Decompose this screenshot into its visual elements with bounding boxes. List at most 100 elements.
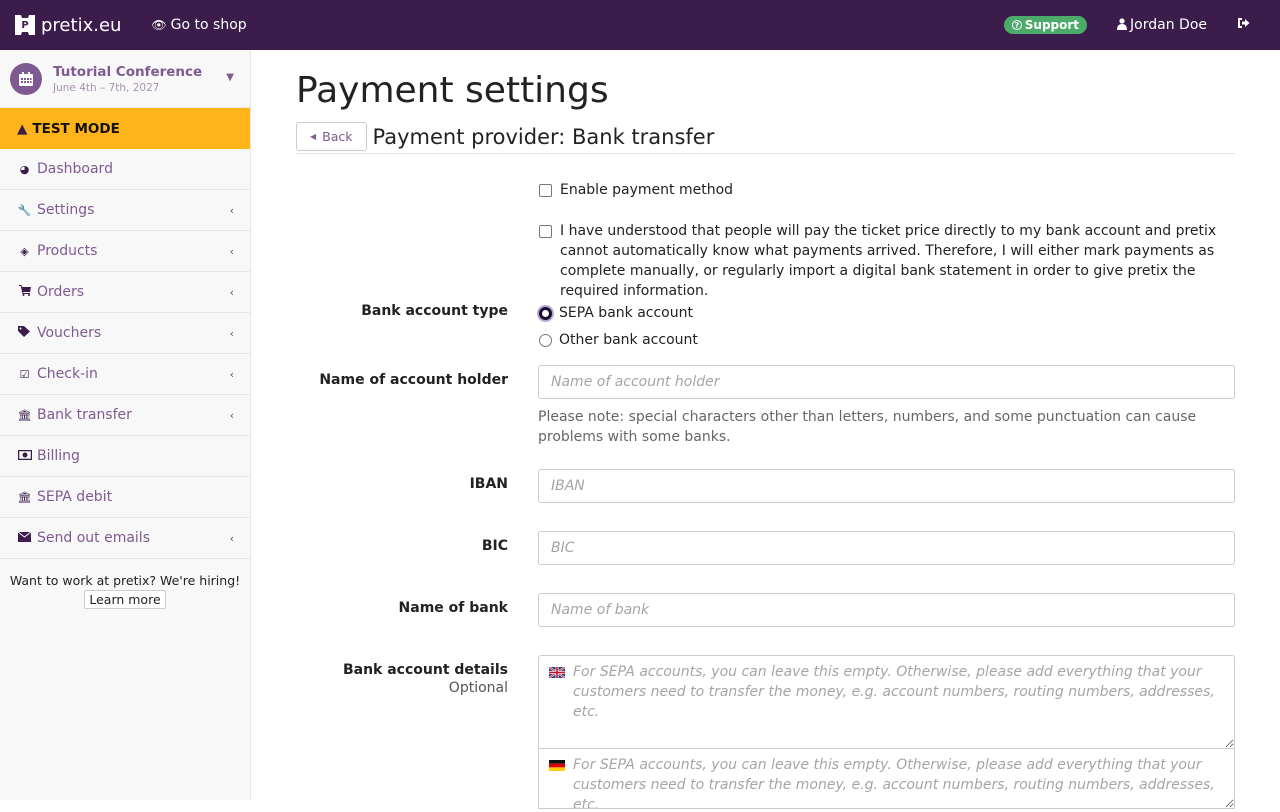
account-holder-help: Please note: special characters other th… [538, 409, 1197, 445]
ticket-icon: ◈ [20, 244, 29, 258]
chevron-left-icon: ‹ [229, 285, 234, 299]
iban-label: IBAN [469, 476, 508, 492]
bank-details-en [538, 655, 1235, 749]
sidebar-item-label: Billing [37, 448, 80, 464]
pretix-logo-icon: P [15, 15, 35, 35]
sidebar-item-bank-transfer[interactable]: 🏛 Bank transfer ‹ [0, 395, 250, 436]
chevron-left-icon: ‹ [229, 244, 234, 258]
bank-icon: 🏛 [17, 408, 32, 422]
eye-icon: 👁 [151, 18, 167, 32]
radio-label: Other bank account [559, 332, 698, 348]
account-holder-input[interactable] [538, 365, 1235, 399]
caret-left-icon: ◀ [310, 132, 317, 141]
section-title: Payment provider: Bank transfer [372, 124, 715, 149]
user-icon [1117, 17, 1128, 33]
sidebar-item-products[interactable]: ◈ Products ‹ [0, 231, 250, 272]
sidebar-item-dashboard[interactable]: ◕ Dashboard [0, 149, 250, 190]
page-title: Payment settings [296, 70, 609, 111]
sidebar-item-label: Vouchers [37, 325, 102, 341]
sidebar-item-label: Settings [37, 202, 95, 218]
bank-icon: 🏛 [17, 490, 32, 504]
sidebar-item-sepa-debit[interactable]: 🏛 SEPA debit [0, 477, 250, 518]
bic-input[interactable] [538, 531, 1235, 565]
chevron-left-icon: ‹ [229, 408, 234, 422]
sidebar-item-send-out-emails[interactable]: Send out emails ‹ [0, 518, 250, 559]
acknowledge-label: I have understood that people will pay t… [560, 223, 1217, 299]
sidebar-item-billing[interactable]: Billing [0, 436, 250, 477]
radio-sepa[interactable]: SEPA bank account [538, 303, 1235, 323]
back-button[interactable]: ◀ Back [296, 122, 367, 151]
sidebar-item-label: Orders [37, 284, 85, 300]
top-navbar: P pretix.eu 👁 Go to shop ? Support Jorda… [0, 0, 1280, 50]
bic-label: BIC [481, 538, 508, 554]
bank-name-label: Name of bank [398, 600, 508, 616]
dashboard-icon: ◕ [19, 162, 30, 176]
go-to-shop-link[interactable]: 👁 Go to shop [151, 17, 246, 33]
chevron-left-icon: ‹ [229, 203, 234, 217]
question-circle-icon: ? [1011, 20, 1022, 30]
checkbox[interactable] [539, 225, 552, 238]
sidebar-item-vouchers[interactable]: Vouchers ‹ [0, 313, 250, 354]
iban-input[interactable] [538, 469, 1235, 503]
chevron-left-icon: ‹ [229, 326, 234, 340]
event-date: June 4th – 7th, 2027 [53, 81, 160, 94]
hiring-notice: Want to work at pretix? We're hiring! Le… [0, 559, 250, 609]
test-mode-label: TEST MODE [32, 120, 120, 137]
learn-more-button[interactable]: Learn more [84, 590, 166, 609]
enable-label: Enable payment method [560, 182, 734, 198]
test-mode-banner[interactable]: ▲ TEST MODE [0, 108, 250, 149]
radio-button-selected[interactable] [539, 307, 552, 320]
check-square-icon: ☑ [19, 367, 30, 381]
money-icon [17, 449, 32, 463]
radio-button[interactable] [539, 334, 552, 347]
flag-uk-icon [548, 666, 566, 679]
checkbox[interactable] [539, 184, 552, 197]
sidebar-item-label: Dashboard [37, 161, 113, 177]
sidebar-item-check-in[interactable]: ☑ Check-in ‹ [0, 354, 250, 395]
section-header: ◀ Back Payment provider: Bank transfer [296, 122, 1235, 154]
chevron-left-icon: ‹ [229, 531, 234, 545]
sidebar-item-label: SEPA debit [37, 489, 113, 505]
sidebar-item-label: Bank transfer [37, 407, 132, 423]
bank-details-de-textarea[interactable] [539, 749, 1234, 808]
caret-down-icon: ▼ [226, 72, 234, 83]
bank-name-input[interactable] [538, 593, 1235, 627]
sidebar-item-label: Check-in [37, 366, 98, 382]
cart-icon [17, 285, 32, 299]
sign-out-icon [1237, 18, 1250, 33]
event-switcher[interactable]: Tutorial Conference June 4th – 7th, 2027… [0, 50, 250, 108]
logout-button[interactable] [1237, 17, 1250, 33]
optional-label: Optional [448, 680, 508, 696]
sidebar-item-settings[interactable]: 🔧 Settings ‹ [0, 190, 250, 231]
bank-account-type-label: Bank account type [361, 303, 508, 319]
support-label: Support [1024, 18, 1080, 32]
user-menu[interactable]: Jordan Doe [1117, 17, 1207, 33]
back-label: Back [322, 129, 353, 144]
go-to-shop-label: Go to shop [170, 17, 247, 33]
sidebar: Tutorial Conference June 4th – 7th, 2027… [0, 50, 251, 800]
acknowledge-checkbox[interactable]: I have understood that people will pay t… [538, 221, 1235, 301]
radio-other[interactable]: Other bank account [538, 330, 1235, 350]
chevron-left-icon: ‹ [229, 367, 234, 381]
radio-label: SEPA bank account [559, 305, 693, 321]
enable-payment-checkbox[interactable]: Enable payment method [538, 180, 1235, 200]
bank-details-de [538, 749, 1235, 809]
support-button[interactable]: ? Support [1003, 16, 1088, 34]
sidebar-item-orders[interactable]: Orders ‹ [0, 272, 250, 313]
envelope-icon [17, 531, 32, 545]
bank-details-en-textarea[interactable] [539, 656, 1234, 748]
brand-link[interactable]: P pretix.eu [15, 15, 121, 36]
flag-de-icon [549, 759, 565, 771]
wrench-icon: 🔧 [17, 203, 32, 217]
warning-icon: ▲ [17, 120, 28, 137]
user-name: Jordan Doe [1130, 17, 1207, 33]
bank-details-title: Bank account details [342, 662, 508, 678]
main-content: Payment settings ◀ Back Payment provider… [296, 50, 1235, 809]
account-holder-label: Name of account holder [319, 372, 508, 388]
sidebar-item-label: Products [37, 243, 98, 259]
calendar-icon [10, 62, 42, 95]
sidebar-item-label: Send out emails [37, 530, 150, 546]
brand-name: pretix.eu [41, 14, 122, 36]
hiring-text: Want to work at pretix? We're hiring! [9, 573, 241, 588]
tags-icon [17, 326, 32, 340]
